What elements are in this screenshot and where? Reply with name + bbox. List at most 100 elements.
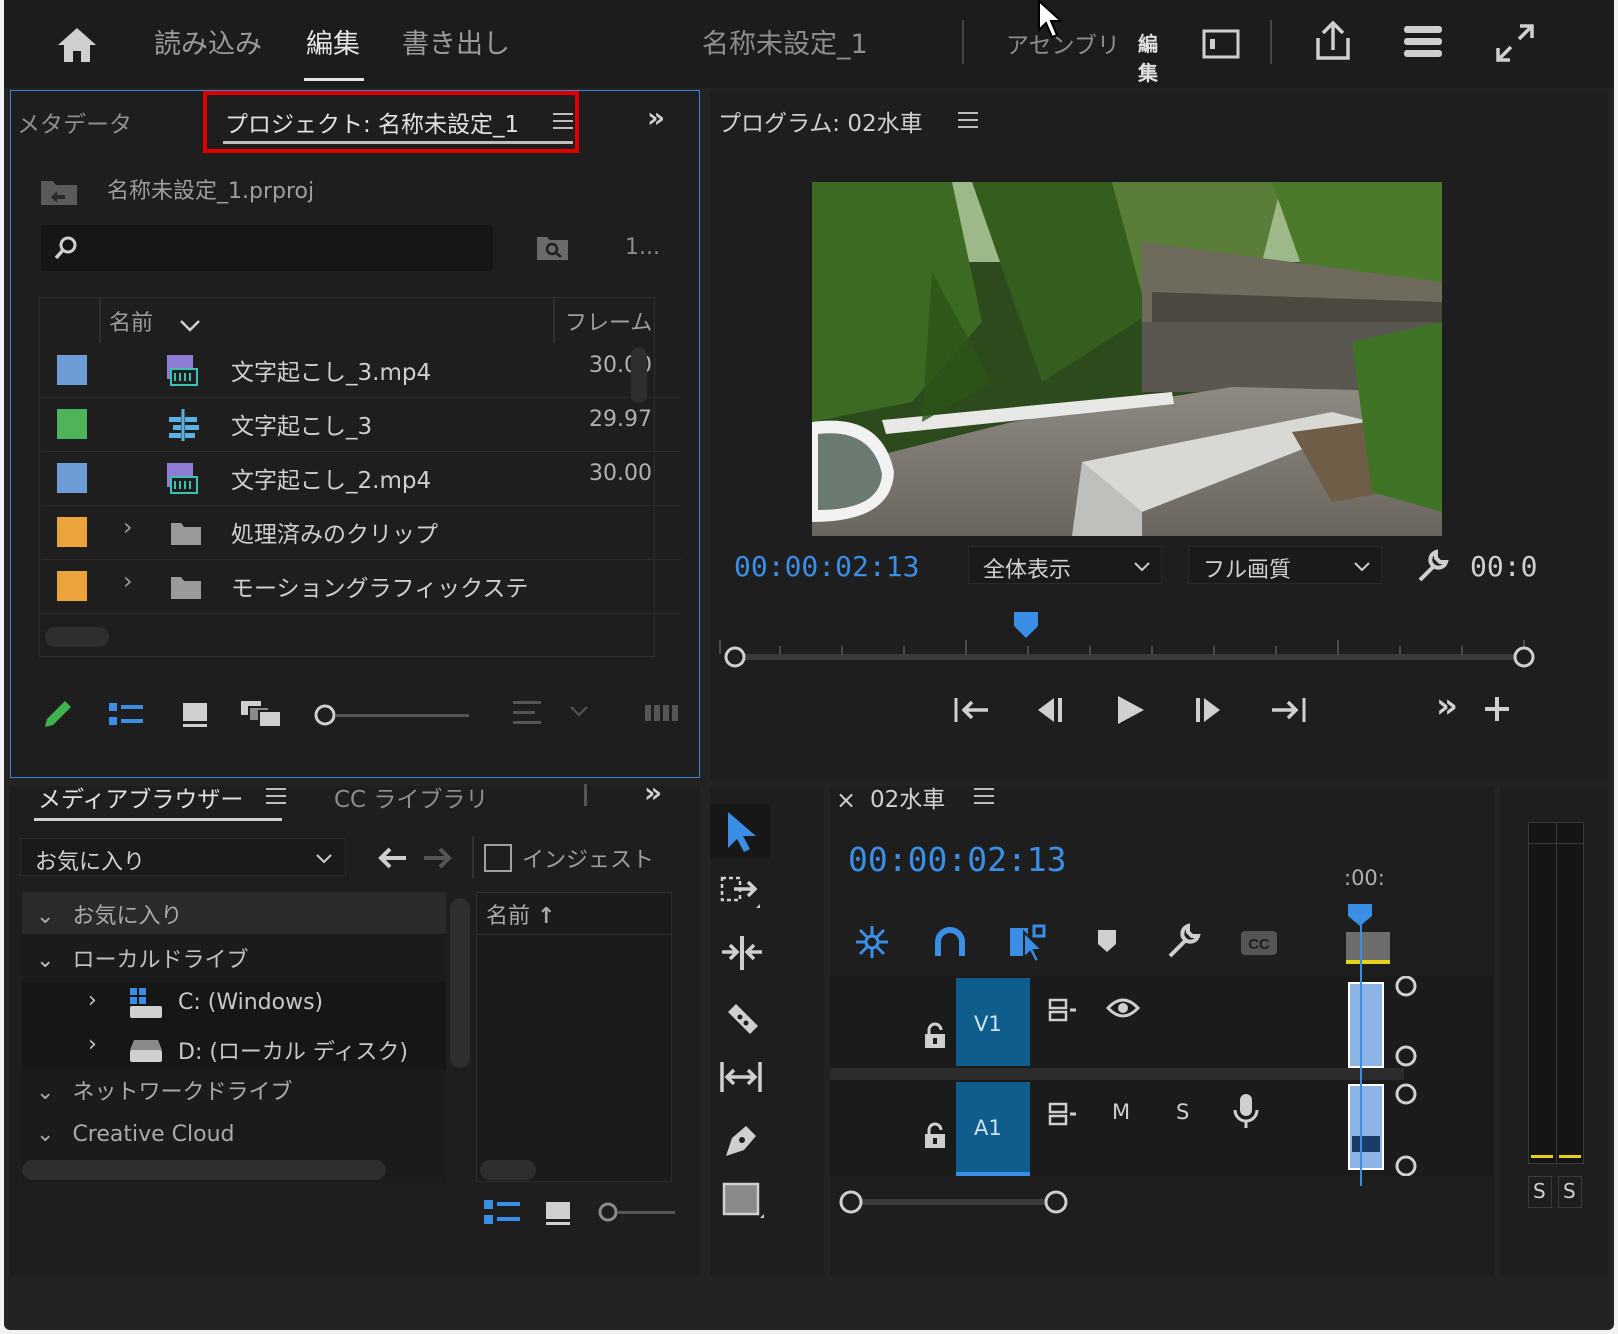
home-icon[interactable] (56, 26, 98, 64)
linked-selection-icon[interactable] (1008, 922, 1048, 962)
snap-magnet-icon[interactable] (932, 924, 968, 960)
track-select-tool-icon[interactable] (720, 874, 764, 914)
close-icon[interactable]: × (836, 786, 856, 814)
tree-hscrollbar[interactable] (22, 1160, 386, 1180)
workspace-panel-icon[interactable] (1202, 28, 1242, 60)
quality-dropdown[interactable]: フル画質 (1188, 546, 1382, 584)
timeline-timecode[interactable]: 00:00:02:13 (848, 840, 1067, 879)
tree-item[interactable]: ⌄ ローカルドライブ (36, 942, 248, 974)
rectangle-tool-icon[interactable] (722, 1182, 766, 1222)
label-color-swatch[interactable] (57, 355, 87, 385)
tree-item[interactable]: › (88, 988, 115, 1013)
automate-to-sequence-icon[interactable] (643, 703, 683, 723)
more-panels-icon[interactable]: » (644, 776, 662, 809)
play-icon[interactable] (1112, 692, 1148, 728)
lock-icon[interactable] (922, 1022, 948, 1050)
list-view-icon[interactable] (107, 701, 145, 729)
mute-button[interactable]: M (1112, 1100, 1130, 1124)
file-list-scrollbar[interactable] (480, 1160, 536, 1180)
settings-wrench-icon[interactable] (1164, 922, 1202, 960)
label-color-swatch[interactable] (57, 517, 87, 547)
track-height-sliders[interactable] (1394, 976, 1424, 1176)
workspace-edit[interactable]: 編集 (1138, 28, 1176, 86)
go-to-out-icon[interactable] (1268, 694, 1308, 726)
list-view-icon[interactable] (482, 1198, 522, 1228)
tab-project[interactable]: プロジェクト: 名称未設定_1 (225, 105, 519, 139)
share-icon[interactable] (1312, 20, 1354, 62)
panel-menu-icon[interactable] (266, 788, 286, 804)
video-frame[interactable] (812, 182, 1442, 536)
tab-edit[interactable]: 編集 (306, 22, 360, 61)
track-target-a1[interactable]: A1 (956, 1082, 1030, 1176)
project-row[interactable]: 文字起こし_2.mp4 30.00 (41, 451, 681, 506)
fullscreen-icon[interactable] (1494, 22, 1536, 64)
icon-view-icon[interactable] (544, 1200, 572, 1228)
sort-icon[interactable] (511, 699, 543, 729)
razor-tool-icon[interactable] (722, 998, 762, 1038)
freeform-view-icon[interactable] (239, 699, 283, 729)
microphone-icon[interactable] (1232, 1092, 1260, 1130)
step-forward-icon[interactable] (1192, 694, 1226, 726)
solo-button[interactable]: S (1176, 1100, 1189, 1124)
panel-menu-icon[interactable] (553, 113, 573, 129)
eye-icon[interactable] (1106, 996, 1140, 1020)
step-back-icon[interactable] (1032, 694, 1066, 726)
tab-export[interactable]: 書き出し (402, 22, 510, 61)
captions-icon[interactable]: CC (1240, 930, 1278, 956)
solo-right-button[interactable]: S (1558, 1176, 1582, 1208)
ingest-checkbox[interactable] (484, 844, 512, 872)
solo-left-button[interactable]: S (1528, 1176, 1552, 1208)
zoom-slider[interactable] (596, 1200, 676, 1224)
tab-import[interactable]: 読み込み (154, 22, 262, 61)
col-name-header[interactable]: 名前 ↑ (486, 898, 555, 930)
tab-cc-libraries[interactable]: CC ライブラリ (334, 780, 488, 814)
chevron-down-icon[interactable] (569, 705, 589, 717)
search-input[interactable] (41, 225, 493, 271)
more-panels-icon[interactable]: » (647, 101, 665, 134)
favorites-dropdown[interactable]: お気に入り (20, 838, 346, 876)
pen-tool-icon[interactable] (722, 1120, 762, 1160)
label-color-swatch[interactable] (57, 571, 87, 601)
horizontal-scrollbar[interactable] (45, 627, 109, 647)
playhead-timecode[interactable]: 00:00:02:13 (734, 550, 919, 583)
more-controls-icon[interactable]: » (1436, 686, 1458, 726)
tree-scrollbar[interactable] (450, 898, 470, 1068)
expand-chevron-icon[interactable]: › (123, 513, 133, 541)
lock-icon[interactable] (922, 1122, 948, 1150)
ripple-edit-tool-icon[interactable] (720, 934, 766, 974)
col-frame-header[interactable]: フレーム (565, 305, 653, 337)
sync-lock-icon[interactable] (1048, 998, 1078, 1024)
work-area-bar[interactable] (1346, 932, 1390, 960)
forward-arrow-icon[interactable] (422, 846, 454, 870)
video-clip[interactable] (1348, 982, 1384, 1068)
chevron-down-icon[interactable] (179, 319, 201, 333)
settings-wrench-icon[interactable] (1414, 548, 1450, 584)
project-row[interactable]: › モーショングラフィックステ (41, 559, 681, 614)
slip-tool-icon[interactable] (718, 1058, 766, 1098)
tree-item[interactable]: ⌄ お気に入り (36, 898, 182, 930)
nest-sequence-icon[interactable] (852, 922, 892, 962)
expand-chevron-icon[interactable]: › (123, 567, 133, 595)
panel-menu-icon[interactable] (974, 788, 994, 804)
selection-tool-icon[interactable] (724, 810, 760, 854)
label-color-swatch[interactable] (57, 409, 87, 439)
tab-media-browser[interactable]: メディアブラウザー (38, 780, 243, 814)
tab-metadata[interactable]: メタデータ (17, 105, 132, 139)
audio-clip[interactable] (1348, 1084, 1384, 1170)
zoom-dropdown[interactable]: 全体表示 (968, 546, 1162, 584)
sync-lock-icon[interactable] (1048, 1102, 1078, 1128)
add-marker-icon[interactable] (1094, 926, 1120, 956)
button-editor-icon[interactable] (1482, 694, 1512, 724)
tree-item[interactable]: › (88, 1032, 97, 1057)
playhead-marker[interactable] (1012, 610, 1040, 640)
zoom-scrollbar[interactable] (722, 644, 1538, 670)
project-row[interactable]: › 処理済みのクリップ (41, 505, 681, 560)
panel-menu-icon[interactable] (958, 112, 978, 128)
col-name-header[interactable]: 名前 (109, 305, 153, 337)
track-target-v1[interactable]: V1 (956, 978, 1030, 1066)
icon-view-icon[interactable] (181, 701, 209, 729)
drive-label[interactable]: C: (Windows) (178, 990, 323, 1015)
pencil-icon[interactable] (41, 697, 75, 731)
drive-label[interactable]: D: (ローカル ディスク) (178, 1034, 408, 1066)
vertical-scrollbar[interactable] (631, 347, 647, 403)
